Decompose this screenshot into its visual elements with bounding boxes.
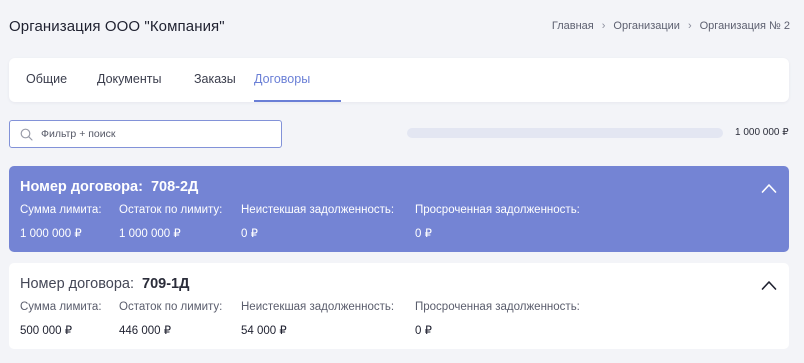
tab-contracts[interactable]: Договоры: [254, 58, 341, 102]
limit-remaining-value: 1 000 000 ₽: [119, 228, 181, 240]
limit-remaining-label: Остаток по лимиту:: [119, 204, 223, 216]
filter-search[interactable]: [9, 120, 282, 148]
breadcrumb-item-current: Организация № 2: [699, 20, 790, 32]
chevron-up-icon[interactable]: [761, 279, 777, 291]
tab-documents[interactable]: Документы: [97, 58, 161, 102]
contract-title-label: Номер договора:: [20, 179, 143, 195]
current-debt-label: Неистекшая задолженность:: [241, 204, 395, 216]
contract-number: 708-2Д: [150, 179, 199, 195]
breadcrumb: Главная › Организации › Организация № 2: [552, 20, 790, 32]
search-input[interactable]: [41, 128, 271, 140]
limit-remaining-value: 446 000 ₽: [119, 325, 172, 337]
limit-sum-label: Сумма лимита:: [20, 204, 102, 216]
limit-remaining-label: Остаток по лимиту:: [119, 301, 223, 313]
current-debt-value: 0 ₽: [241, 228, 258, 240]
contract-card[interactable]: Номер договора: 708-2Д Сумма лимита: 1 0…: [9, 166, 789, 252]
tabs-bar: Общие Документы Заказы Договоры: [9, 58, 789, 102]
tab-orders[interactable]: Заказы: [194, 58, 236, 102]
chevron-right-icon: ›: [687, 20, 692, 32]
contract-card[interactable]: Номер договора: 709-1Д Сумма лимита: 500…: [9, 263, 789, 349]
contract-number: 709-1Д: [142, 276, 190, 292]
limit-progress-bar: [407, 128, 723, 138]
overdue-debt-value: 0 ₽: [415, 325, 432, 337]
tab-contracts-label: Договоры: [254, 72, 311, 86]
search-icon: [20, 128, 33, 141]
contract-title: Номер договора: 709-1Д: [20, 276, 189, 292]
limit-sum-value: 1 000 000 ₽: [20, 228, 82, 240]
contract-title-label: Номер договора:: [20, 276, 134, 292]
overdue-debt-value: 0 ₽: [415, 228, 432, 240]
chevron-up-icon[interactable]: [761, 182, 777, 194]
chevron-right-icon: ›: [601, 20, 606, 32]
overdue-debt-label: Просроченная задолженность:: [415, 204, 580, 216]
overdue-debt-label: Просроченная задолженность:: [415, 301, 580, 313]
contract-title: Номер договора: 708-2Д: [20, 179, 198, 195]
limit-sum-label: Сумма лимита:: [20, 301, 102, 313]
breadcrumb-item-organizations[interactable]: Организации: [613, 20, 680, 32]
current-debt-label: Неистекшая задолженность:: [241, 301, 395, 313]
limit-total-label: 1 000 000 ₽: [735, 127, 789, 138]
breadcrumb-item-home[interactable]: Главная: [552, 20, 594, 32]
limit-sum-value: 500 000 ₽: [20, 325, 73, 337]
current-debt-value: 54 000 ₽: [241, 325, 287, 337]
page-title: Организация ООО "Компания": [9, 18, 225, 35]
tab-general[interactable]: Общие: [26, 58, 67, 102]
